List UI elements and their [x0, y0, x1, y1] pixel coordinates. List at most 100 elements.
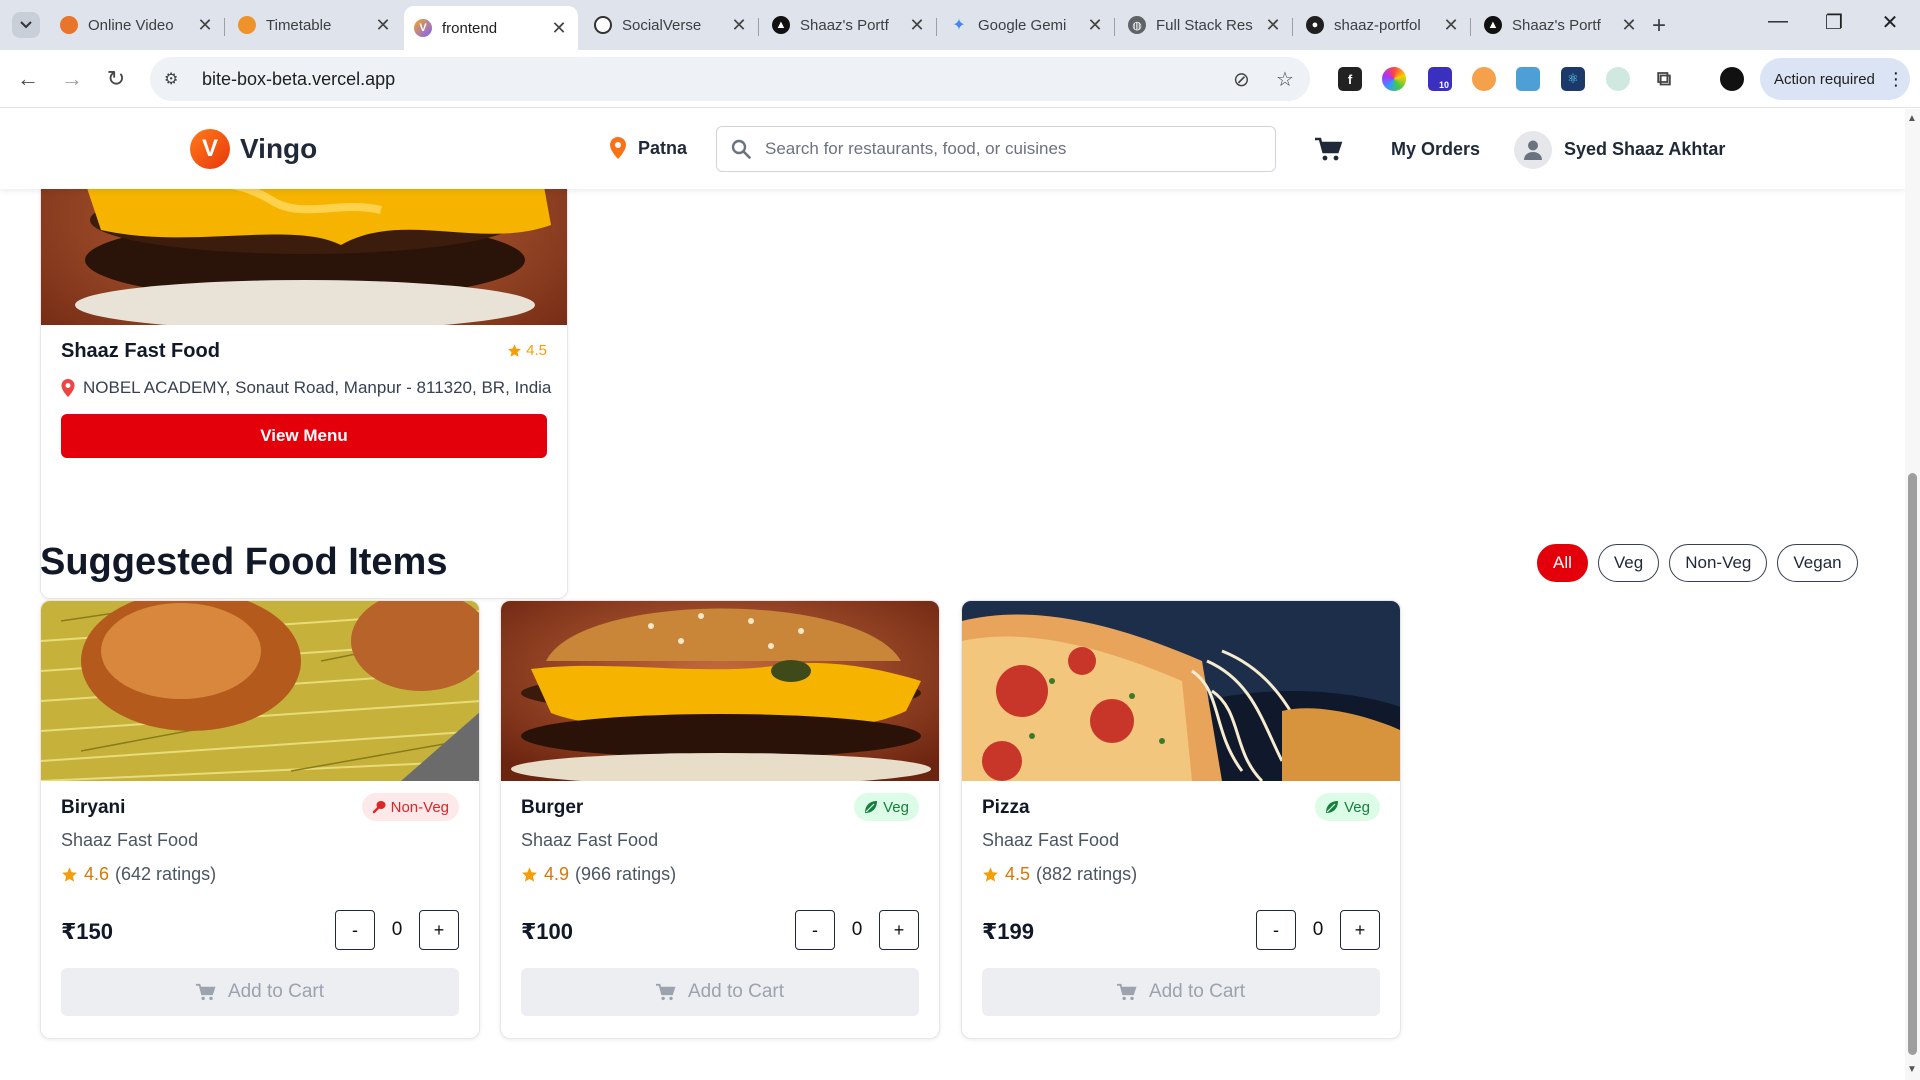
site-header: V Vingo Patna My Orders Syed Shaaz Akhta… [0, 109, 1905, 189]
star-icon [983, 867, 998, 882]
star-icon [522, 867, 537, 882]
tracking-protection-icon[interactable]: ⊘ [1233, 67, 1250, 92]
logo-badge[interactable]: V [190, 129, 230, 169]
my-orders-link[interactable]: My Orders [1391, 139, 1480, 160]
ratings-count: (966 ratings) [575, 864, 677, 884]
extension-image-icon[interactable] [1516, 67, 1540, 91]
globe-icon: ◍ [1128, 16, 1146, 34]
profile-avatar-icon[interactable] [1720, 67, 1744, 91]
tab-search-button[interactable] [12, 12, 40, 38]
close-icon[interactable]: ✕ [730, 15, 748, 36]
tab-title: Full Stack Res [1156, 16, 1253, 34]
decrement-button[interactable]: - [1256, 910, 1296, 950]
increment-button[interactable]: + [1340, 910, 1380, 950]
new-tab-icon[interactable]: + [1652, 12, 1666, 40]
address-bar[interactable]: ⚙ bite-box-beta.vercel.app ⊘ ☆ [150, 57, 1310, 101]
scrollbar-thumb[interactable] [1908, 473, 1917, 1055]
close-icon[interactable]: ✕ [908, 15, 926, 36]
food-restaurant: Shaaz Fast Food [521, 830, 659, 850]
back-icon[interactable]: ← [13, 64, 43, 94]
filter-vegan[interactable]: Vegan [1777, 544, 1858, 582]
url-text[interactable]: bite-box-beta.vercel.app [202, 69, 395, 90]
user-avatar[interactable] [1514, 131, 1552, 169]
username-label[interactable]: Syed Shaaz Akhtar [1564, 139, 1725, 160]
restaurant-rating-value: 4.5 [526, 342, 547, 359]
cart-icon[interactable] [1315, 137, 1343, 161]
extension-badge: 10 [1438, 80, 1449, 90]
add-to-cart-label: Add to Cart [227, 981, 325, 1002]
star-icon [508, 344, 522, 357]
restore-icon[interactable]: ❐ [1814, 10, 1854, 35]
browser-toolbar: ← → ↻ ⚙ bite-box-beta.vercel.app ⊘ ☆ f 1… [0, 50, 1920, 108]
browser-tab[interactable]: ✦ Google Gemi ✕ [940, 8, 1114, 42]
tab-title: Google Gemi [978, 16, 1067, 34]
close-icon[interactable]: ✕ [196, 15, 214, 36]
scroll-down-icon[interactable]: ▼ [1907, 1064, 1917, 1075]
browser-tab[interactable]: ● shaaz-portfol ✕ [1296, 8, 1470, 42]
add-to-cart-button[interactable]: Add to Cart [61, 968, 459, 1016]
extension-f-icon[interactable]: f [1338, 67, 1362, 91]
decrement-button[interactable]: - [795, 910, 835, 950]
filter-all[interactable]: All [1537, 544, 1588, 582]
close-icon[interactable]: ✕ [1620, 15, 1638, 36]
browser-tab[interactable]: ▲ Shaaz's Portf ✕ [1474, 8, 1648, 42]
minimize-icon[interactable]: — [1758, 10, 1798, 33]
location-label: Patna [638, 137, 688, 158]
location-selector[interactable]: Patna [610, 137, 687, 159]
browser-tab[interactable]: SocialVerse ✕ [584, 8, 758, 42]
quantity-stepper: - 0 + [1256, 910, 1380, 950]
leaf-icon [1326, 801, 1339, 813]
food-restaurant: Shaaz Fast Food [61, 830, 199, 850]
star-icon [62, 867, 77, 882]
react-devtools-icon[interactable]: ⚛ [1561, 67, 1585, 91]
browser-tab-active[interactable]: V frontend ✕ [404, 6, 578, 50]
extension-color-icon[interactable] [1382, 67, 1406, 91]
quantity-value: 0 [851, 919, 863, 940]
food-rating: 4.6 (642 ratings) [61, 864, 216, 885]
increment-button[interactable]: + [419, 910, 459, 950]
forward-icon[interactable]: → [57, 64, 87, 94]
food-card: Pizza Veg Shaaz Fast Food 4.5 (882 ratin… [961, 600, 1401, 1039]
extensions-puzzle-icon[interactable]: ⧉ [1652, 67, 1676, 91]
reload-icon[interactable]: ↻ [101, 64, 131, 94]
close-icon[interactable]: ✕ [374, 15, 392, 36]
extension-orange-icon[interactable] [1472, 67, 1496, 91]
food-name: Pizza [982, 797, 1030, 818]
search-box[interactable] [716, 126, 1276, 172]
decrement-button[interactable]: - [335, 910, 375, 950]
close-icon[interactable]: ✕ [1264, 15, 1282, 36]
tab-separator [224, 18, 225, 36]
view-menu-button[interactable]: View Menu [61, 414, 547, 458]
tab-title: Timetable [266, 16, 332, 34]
bookmark-star-icon[interactable]: ☆ [1276, 67, 1294, 92]
increment-button[interactable]: + [879, 910, 919, 950]
filter-veg[interactable]: Veg [1597, 544, 1660, 582]
cart-icon [1116, 983, 1137, 1001]
extension-circle-icon[interactable] [1606, 67, 1630, 91]
extension-graduation-icon[interactable]: 10 [1428, 67, 1452, 91]
veg-badge: Veg [854, 793, 919, 821]
close-icon[interactable]: ✕ [550, 18, 568, 39]
more-menu-icon[interactable]: ⋮ [1887, 69, 1905, 90]
food-name: Biryani [61, 797, 126, 818]
brand-name[interactable]: Vingo [240, 133, 317, 165]
add-to-cart-button[interactable]: Add to Cart [982, 968, 1380, 1016]
browser-tab[interactable]: ▲ Shaaz's Portf ✕ [762, 8, 936, 42]
window-close-icon[interactable]: ✕ [1870, 10, 1910, 35]
browser-tab[interactable]: ◍ Full Stack Res ✕ [1118, 8, 1292, 42]
browser-tab[interactable]: Timetable ✕ [228, 8, 402, 42]
drumstick-icon [372, 801, 386, 814]
filter-non-veg[interactable]: Non-Veg [1669, 544, 1768, 582]
browser-tab[interactable]: Online Video ✕ [50, 8, 224, 42]
add-to-cart-button[interactable]: Add to Cart [521, 968, 919, 1016]
food-type-label: Non-Veg [390, 798, 449, 816]
quantity-value: 0 [391, 919, 403, 940]
page-scrollbar[interactable]: ▲ ▼ [1905, 109, 1920, 1080]
search-input[interactable] [765, 139, 1245, 159]
site-settings-icon[interactable]: ⚙ [164, 69, 190, 89]
action-required-button[interactable]: Action required ⋮ [1760, 58, 1910, 100]
close-icon[interactable]: ✕ [1086, 15, 1104, 36]
close-icon[interactable]: ✕ [1442, 15, 1460, 36]
scroll-up-icon[interactable]: ▲ [1907, 113, 1917, 124]
restaurant-address: NOBEL ACADEMY, Sonaut Road, Manpur - 811… [61, 378, 551, 398]
